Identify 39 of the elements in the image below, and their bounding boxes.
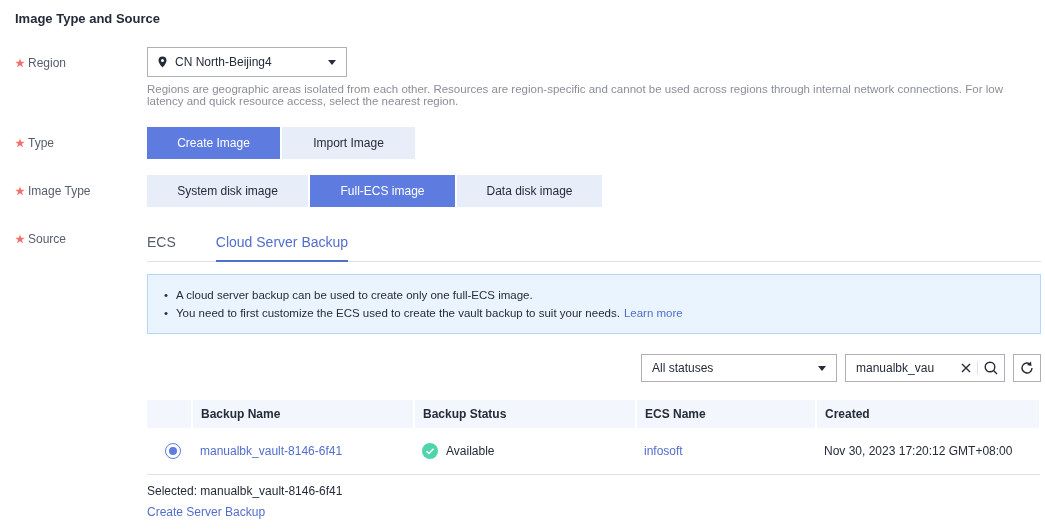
column-header: ECS Name	[636, 400, 816, 428]
table-cell: Nov 30, 2023 17:20:12 GMT+08:00	[816, 428, 1040, 475]
bullet: •	[164, 306, 170, 321]
field-label: Image Type	[28, 184, 91, 198]
segment-button[interactable]: Full-ECS image	[310, 175, 455, 207]
column-header: Backup Name	[192, 400, 414, 428]
field-label: Source	[28, 232, 67, 246]
segment-button[interactable]: System disk image	[147, 175, 308, 207]
create-backup-link[interactable]: Create Server Backup	[147, 505, 266, 519]
region-dropdown[interactable]: CN North-Beijing4	[147, 47, 347, 77]
notice-text: You need to first customize the ECS used to create the vault backup to suit your needs.	[176, 306, 620, 321]
source-tab[interactable]: ECS	[147, 223, 176, 262]
notice-text: A cloud server backup can be used to create only one full-ECS image.	[176, 288, 533, 303]
backup-name-link[interactable]: manualbk_vault-8146-6f41	[200, 444, 343, 458]
segment-button[interactable]: Data disk image	[457, 175, 602, 207]
status-text: Available	[446, 444, 495, 458]
column-header: Backup Status	[414, 400, 636, 428]
close-icon	[961, 363, 971, 373]
ecs-name-link[interactable]: infosoft	[644, 444, 683, 458]
learn-more-link[interactable]: Learn more	[623, 304, 683, 322]
selected-text: Selected: manualbk_vault-8146-6f41	[147, 484, 343, 498]
hint-text: Regions are geographic areas isolated from each other. Resources are region-specific and cannot be used across regions through internal network connections. For low latency and quick resource access, select the nearest region.	[147, 83, 1004, 107]
source-tab[interactable]: Cloud Server Backup	[215, 223, 349, 262]
section-title: Image Type and Source	[15, 11, 161, 26]
search-icon	[984, 361, 998, 375]
field-label: Region	[28, 56, 67, 70]
caret-down-icon	[818, 365, 826, 371]
segment-button[interactable]: Create Image	[147, 127, 280, 159]
status-dropdown[interactable]: All statuses	[641, 354, 837, 382]
column-header: Created	[816, 400, 1040, 428]
search-field[interactable]: manualbk_vau	[845, 354, 1005, 382]
bullet: •	[164, 288, 170, 303]
refresh-button[interactable]	[1013, 354, 1041, 382]
check-circle-icon	[422, 443, 438, 459]
location-pin-icon	[158, 56, 167, 68]
caret-down-icon	[328, 59, 336, 65]
refresh-icon	[1020, 361, 1034, 375]
segment-button[interactable]: Import Image	[282, 127, 415, 159]
field-label: Type	[28, 136, 54, 150]
